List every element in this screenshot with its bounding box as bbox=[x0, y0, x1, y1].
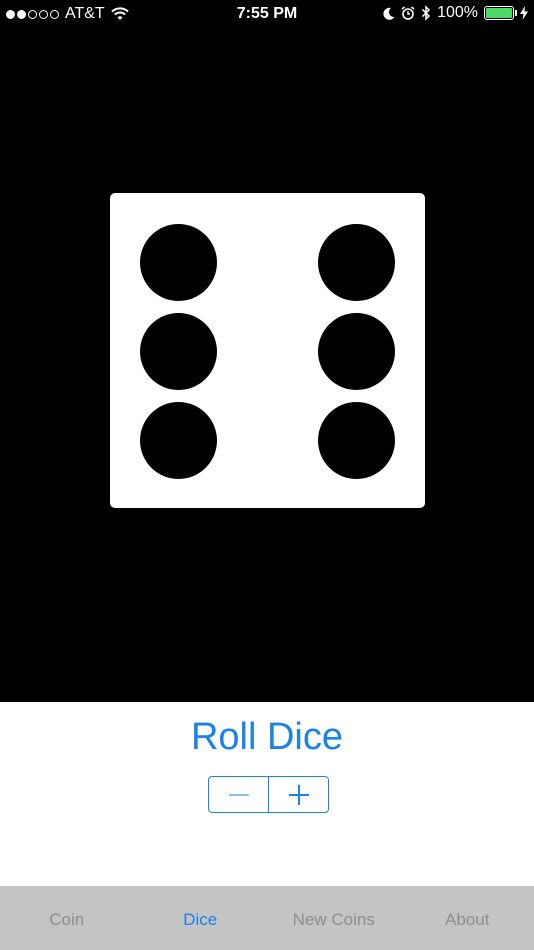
die-face[interactable] bbox=[110, 193, 425, 508]
bluetooth-icon bbox=[422, 5, 431, 21]
tab-bar: Coin Dice New Coins About bbox=[0, 886, 534, 950]
moon-icon bbox=[383, 7, 395, 20]
battery-icon bbox=[484, 6, 517, 20]
minus-icon bbox=[228, 793, 249, 796]
tab-new-coins[interactable]: New Coins bbox=[267, 886, 401, 950]
die-pip bbox=[140, 224, 217, 301]
decrement-button[interactable] bbox=[209, 777, 268, 812]
battery-fill bbox=[486, 8, 512, 18]
die-pip bbox=[318, 224, 395, 301]
plus-icon bbox=[288, 784, 309, 805]
tab-dice[interactable]: Dice bbox=[134, 886, 268, 950]
status-right: 100% bbox=[383, 4, 528, 22]
battery-percent: 100% bbox=[437, 4, 478, 21]
die-pip bbox=[318, 402, 395, 479]
die-pip bbox=[318, 313, 395, 390]
dice-count-stepper bbox=[208, 776, 329, 813]
charging-bolt-icon bbox=[520, 6, 528, 20]
tab-coin[interactable]: Coin bbox=[0, 886, 134, 950]
roll-dice-button[interactable]: Roll Dice bbox=[0, 716, 534, 759]
alarm-icon bbox=[401, 6, 415, 20]
dice-display-area bbox=[0, 28, 534, 702]
increment-button[interactable] bbox=[268, 777, 328, 812]
die-pip bbox=[140, 402, 217, 479]
controls-panel: Roll Dice bbox=[0, 702, 534, 886]
die-pip bbox=[140, 313, 217, 390]
status-bar: AT&T 7:55 PM 100% bbox=[0, 0, 534, 28]
tab-about[interactable]: About bbox=[401, 886, 534, 950]
